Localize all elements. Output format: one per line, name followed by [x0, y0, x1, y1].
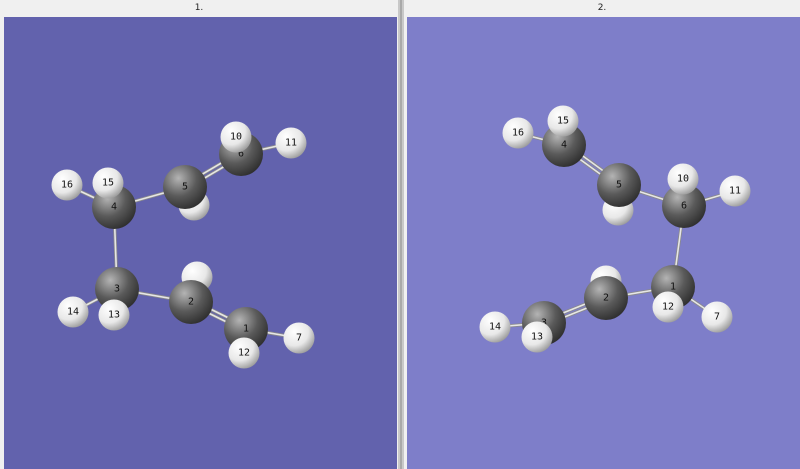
atom-label: 5 — [616, 180, 622, 191]
atom-label: 16 — [61, 180, 73, 191]
atom-label: 12 — [662, 302, 674, 313]
atom-5[interactable]: 5 — [163, 165, 207, 209]
atom-label: 7 — [296, 333, 302, 344]
atom-14[interactable]: 14 — [57, 296, 89, 328]
atom-label: 2 — [603, 293, 609, 304]
viewport-background[interactable] — [4, 17, 397, 469]
molecule-pane-2: 2. 1 2 3 4 5 6 7 10 11 12 13 14 15 16 — [404, 0, 800, 469]
atom-7[interactable]: 7 — [283, 322, 315, 354]
atom-14[interactable]: 14 — [479, 311, 511, 343]
atom-label: 12 — [238, 348, 250, 359]
atom-12[interactable]: 12 — [652, 291, 684, 323]
molecule-canvas[interactable]: 123456710111213141516 — [407, 17, 800, 469]
atom-label: 11 — [729, 186, 741, 197]
atom-label: 15 — [557, 116, 569, 127]
atom-11[interactable]: 11 — [275, 127, 307, 159]
atom-label: 5 — [182, 182, 188, 193]
molecule-viewport-2[interactable]: 1 2 3 4 5 6 7 10 11 12 13 14 15 16 — [407, 17, 800, 469]
molecule-pane-1: 1. 1 2 3 4 5 6 7 10 11 12 13 14 15 16 — [0, 0, 398, 469]
atom-2[interactable]: 2 — [584, 276, 628, 320]
atom-label: 13 — [108, 310, 120, 321]
atom-13[interactable]: 13 — [521, 321, 553, 353]
atom-12[interactable]: 12 — [228, 337, 260, 369]
atom-16[interactable]: 16 — [502, 117, 534, 149]
atom-15[interactable]: 15 — [547, 105, 579, 137]
pane-title: 1. — [0, 0, 398, 16]
atom-label: 7 — [714, 312, 720, 323]
atom-label: 1 — [243, 324, 249, 335]
pane-title: 2. — [404, 0, 800, 16]
atom-label: 4 — [111, 202, 117, 213]
atom-label: 6 — [681, 201, 687, 212]
atom-label: 16 — [512, 128, 524, 139]
atom-2[interactable]: 2 — [169, 280, 213, 324]
atom-label: 4 — [561, 140, 567, 151]
atom-7[interactable]: 7 — [701, 301, 733, 333]
viewport-background[interactable] — [407, 17, 800, 469]
molecule-canvas[interactable]: 123456710111213141516 — [4, 17, 397, 469]
molecule-viewport-1[interactable]: 1 2 3 4 5 6 7 10 11 12 13 14 15 16 — [4, 17, 397, 469]
atom-label: 13 — [531, 332, 543, 343]
atom-label: 1 — [670, 282, 676, 293]
atom-label: 10 — [230, 132, 242, 143]
atom-10[interactable]: 10 — [667, 163, 699, 195]
atom-11[interactable]: 11 — [719, 175, 751, 207]
atom-15[interactable]: 15 — [92, 167, 124, 199]
atom-label: 14 — [489, 322, 501, 333]
atom-label: 3 — [114, 284, 120, 295]
atom-16[interactable]: 16 — [51, 169, 83, 201]
atom-label: 2 — [188, 297, 194, 308]
atom-label: 10 — [677, 174, 689, 185]
atom-10[interactable]: 10 — [220, 121, 252, 153]
atom-label: 15 — [102, 178, 114, 189]
atom-5[interactable]: 5 — [597, 163, 641, 207]
atom-label: 11 — [285, 138, 297, 149]
atom-13[interactable]: 13 — [98, 299, 130, 331]
atom-label: 14 — [67, 307, 79, 318]
